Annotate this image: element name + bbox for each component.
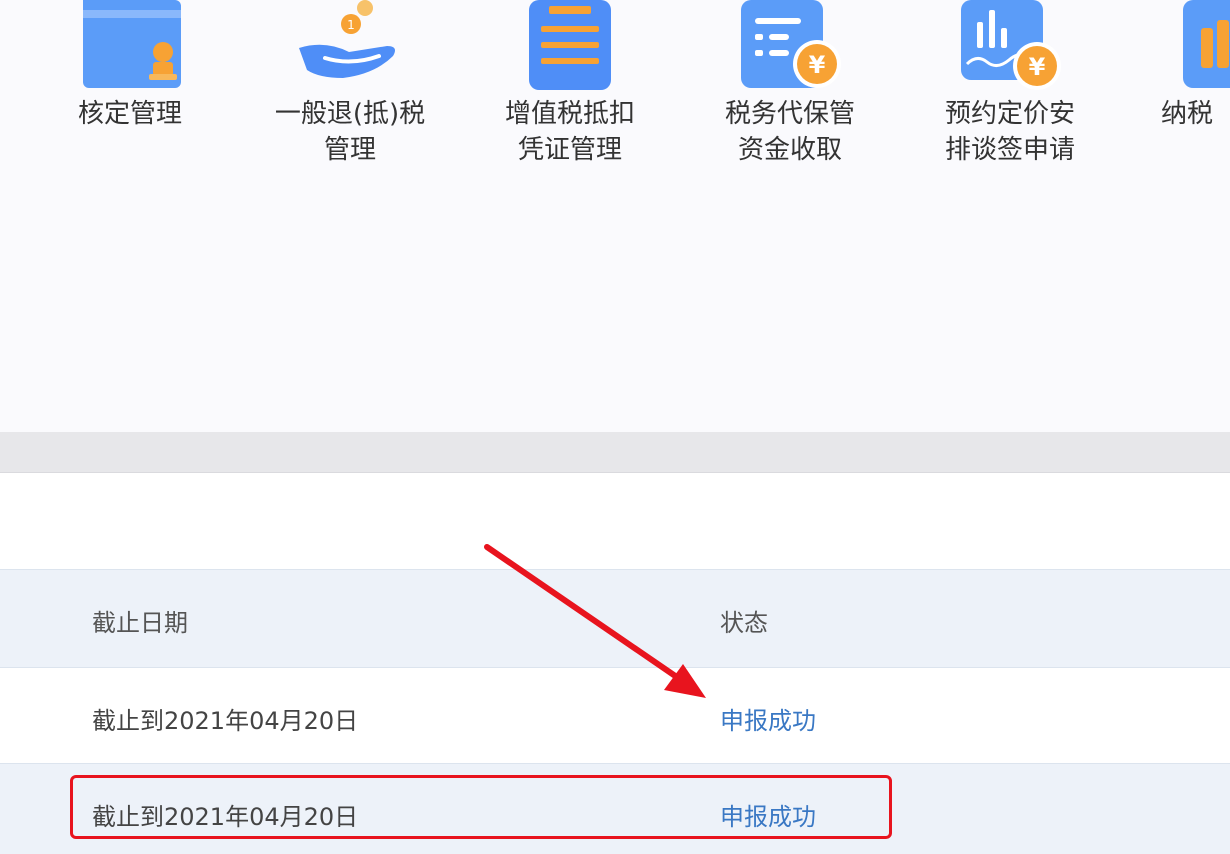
- receipt-icon: [515, 0, 625, 92]
- menu-item-label: 核定管理: [77, 99, 182, 129]
- svg-text:1: 1: [347, 18, 355, 32]
- section-divider: [0, 432, 1230, 473]
- service-menu: 核定管理 1 一般退(抵)税 管理 增值税抵扣 凭证管理 ¥ 税务代保管 资金收…: [0, 0, 1230, 435]
- section-spacer: [0, 473, 1230, 569]
- menu-item-label: 税务代保管 资金收取: [724, 99, 855, 165]
- table-row: 截止到2021年04月20日 申报成功: [0, 667, 1230, 764]
- deadline-cell: 截止到2021年04月20日: [92, 707, 359, 735]
- highlight-box: [70, 775, 892, 839]
- folder-stamp-icon: [75, 0, 185, 92]
- header-status: 状态: [720, 609, 768, 637]
- document-yen-icon: ¥: [735, 0, 845, 92]
- status-link[interactable]: 申报成功: [720, 701, 816, 736]
- menu-item-label: 增值税抵扣 凭证管理: [504, 99, 635, 165]
- table-header-row: 截止日期 状态: [0, 569, 1230, 668]
- menu-item-label: 纳税: [1160, 99, 1213, 129]
- svg-text:¥: ¥: [1029, 53, 1046, 81]
- hand-coins-icon: 1: [295, 0, 405, 92]
- header-deadline: 截止日期: [92, 609, 188, 637]
- menu-item-label: 一般退(抵)税 管理: [274, 99, 426, 165]
- chart-yen-icon: ¥: [955, 0, 1065, 92]
- partial-icon: [1181, 0, 1230, 92]
- svg-text:¥: ¥: [809, 51, 826, 79]
- menu-item-label: 预约定价安 排谈签申请: [944, 99, 1075, 165]
